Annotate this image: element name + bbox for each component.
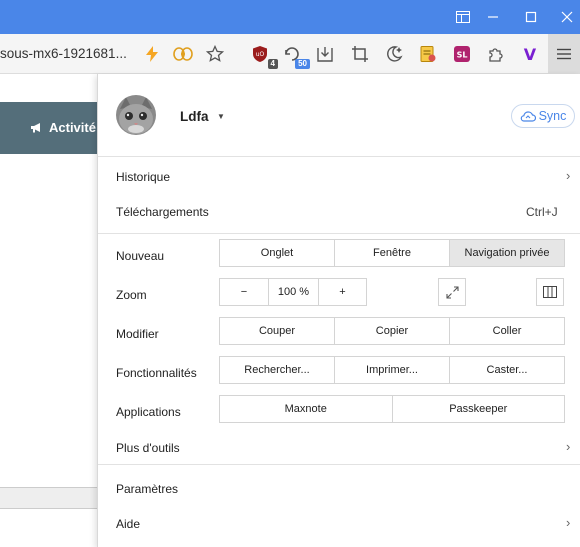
zoom-label: Zoom <box>116 288 147 302</box>
crop-icon[interactable] <box>348 42 372 66</box>
cloud-sync-icon <box>520 111 536 122</box>
page-banner: Activité <box>0 102 100 154</box>
passkeeper-button[interactable]: Passkeeper <box>391 396 565 422</box>
new-tab-button[interactable]: Onglet <box>220 240 334 266</box>
profile-name[interactable]: Ldfa <box>180 109 209 124</box>
private-browsing-button[interactable]: Navigation privée <box>449 240 564 266</box>
menu-item-downloads[interactable]: Téléchargements <box>116 205 209 219</box>
ublock-badge: 4 <box>267 59 278 69</box>
vivaldi-label: V <box>524 45 537 63</box>
chevron-right-icon: › <box>566 515 571 530</box>
divider <box>98 233 580 234</box>
sync-label: Sync <box>538 109 567 123</box>
paste-button[interactable]: Coller <box>449 318 564 344</box>
chevron-right-icon: › <box>566 168 571 183</box>
divider <box>98 464 580 465</box>
zoom-in-button[interactable]: + <box>318 279 366 305</box>
new-window-button[interactable]: Fenêtre <box>334 240 449 266</box>
zoom-value: 100 % <box>268 279 318 305</box>
downloads-shortcut: Ctrl+J <box>526 205 558 219</box>
sync-button[interactable]: Sync <box>511 104 575 128</box>
page-strip <box>0 487 100 509</box>
zoom-out-button[interactable]: − <box>220 279 268 305</box>
fullscreen-button[interactable] <box>438 278 466 306</box>
zoom-control: − 100 % + <box>219 278 367 306</box>
cast-button[interactable]: Caster... <box>449 357 564 383</box>
menu-item-history[interactable]: Historique <box>116 170 170 184</box>
menu-item-settings[interactable]: Paramètres <box>116 482 178 496</box>
banner-activity-link[interactable]: Activité <box>30 102 96 154</box>
chevron-right-icon: › <box>566 439 571 454</box>
apps-label: Applications <box>116 405 181 419</box>
dark-mode-icon[interactable] <box>382 42 406 66</box>
close-button[interactable] <box>550 0 580 34</box>
divider <box>98 156 580 157</box>
copy-button[interactable]: Copier <box>334 318 449 344</box>
edit-button-group: Couper Copier Coller <box>219 317 565 345</box>
puzzle-icon[interactable] <box>484 42 508 66</box>
star-icon[interactable] <box>203 42 227 66</box>
title-bar <box>0 0 580 34</box>
reading-view-button[interactable] <box>536 278 564 306</box>
maximize-button[interactable] <box>514 0 548 34</box>
menu-item-more-tools[interactable]: Plus d'outils <box>116 441 180 455</box>
address-bar[interactable]: sous-mx6-1921681... <box>0 34 127 74</box>
columns-icon <box>543 286 557 298</box>
maxnote-button[interactable]: Maxnote <box>220 396 392 422</box>
hamburger-icon <box>557 48 571 60</box>
vivaldi-icon[interactable]: V <box>518 42 542 66</box>
new-label: Nouveau <box>116 249 165 263</box>
profile-dropdown-icon[interactable]: ▼ <box>217 112 225 121</box>
ublock-icon[interactable]: uO 4 <box>248 42 278 69</box>
apps-button-group: Maxnote Passkeeper <box>219 395 565 423</box>
print-button[interactable]: Imprimer... <box>334 357 449 383</box>
bee-icon[interactable] <box>171 42 195 66</box>
new-button-group: Onglet Fenêtre Navigation privée <box>219 239 565 267</box>
megaphone-icon <box>31 123 40 133</box>
browser-toolbar: sous-mx6-1921681... uO 4 50 SL V <box>0 34 580 74</box>
features-label: Fonctionnalités <box>116 366 197 380</box>
tab-layout-icon[interactable] <box>446 0 480 34</box>
edit-label: Modifier <box>116 327 159 341</box>
download-icon[interactable] <box>313 42 337 66</box>
sl-label: SL <box>457 51 468 60</box>
find-button[interactable]: Rechercher... <box>220 357 334 383</box>
features-button-group: Rechercher... Imprimer... Caster... <box>219 356 565 384</box>
menu-button[interactable] <box>548 34 580 74</box>
browser-menu: Ldfa ▼ Sync Historique › Téléchargements… <box>97 74 580 547</box>
banner-text: Activité <box>49 120 96 135</box>
sl-icon[interactable]: SL <box>450 42 474 66</box>
cut-button[interactable]: Couper <box>220 318 334 344</box>
translate-badge: 50 <box>295 59 310 69</box>
translate-icon[interactable]: 50 <box>280 42 310 69</box>
avatar[interactable] <box>116 95 156 135</box>
minimize-button[interactable] <box>476 0 510 34</box>
svg-text:uO: uO <box>256 51 265 58</box>
menu-item-help[interactable]: Aide <box>116 517 140 531</box>
fullscreen-icon <box>445 285 459 299</box>
bolt-icon[interactable] <box>140 42 164 66</box>
notes-icon[interactable] <box>416 42 440 66</box>
